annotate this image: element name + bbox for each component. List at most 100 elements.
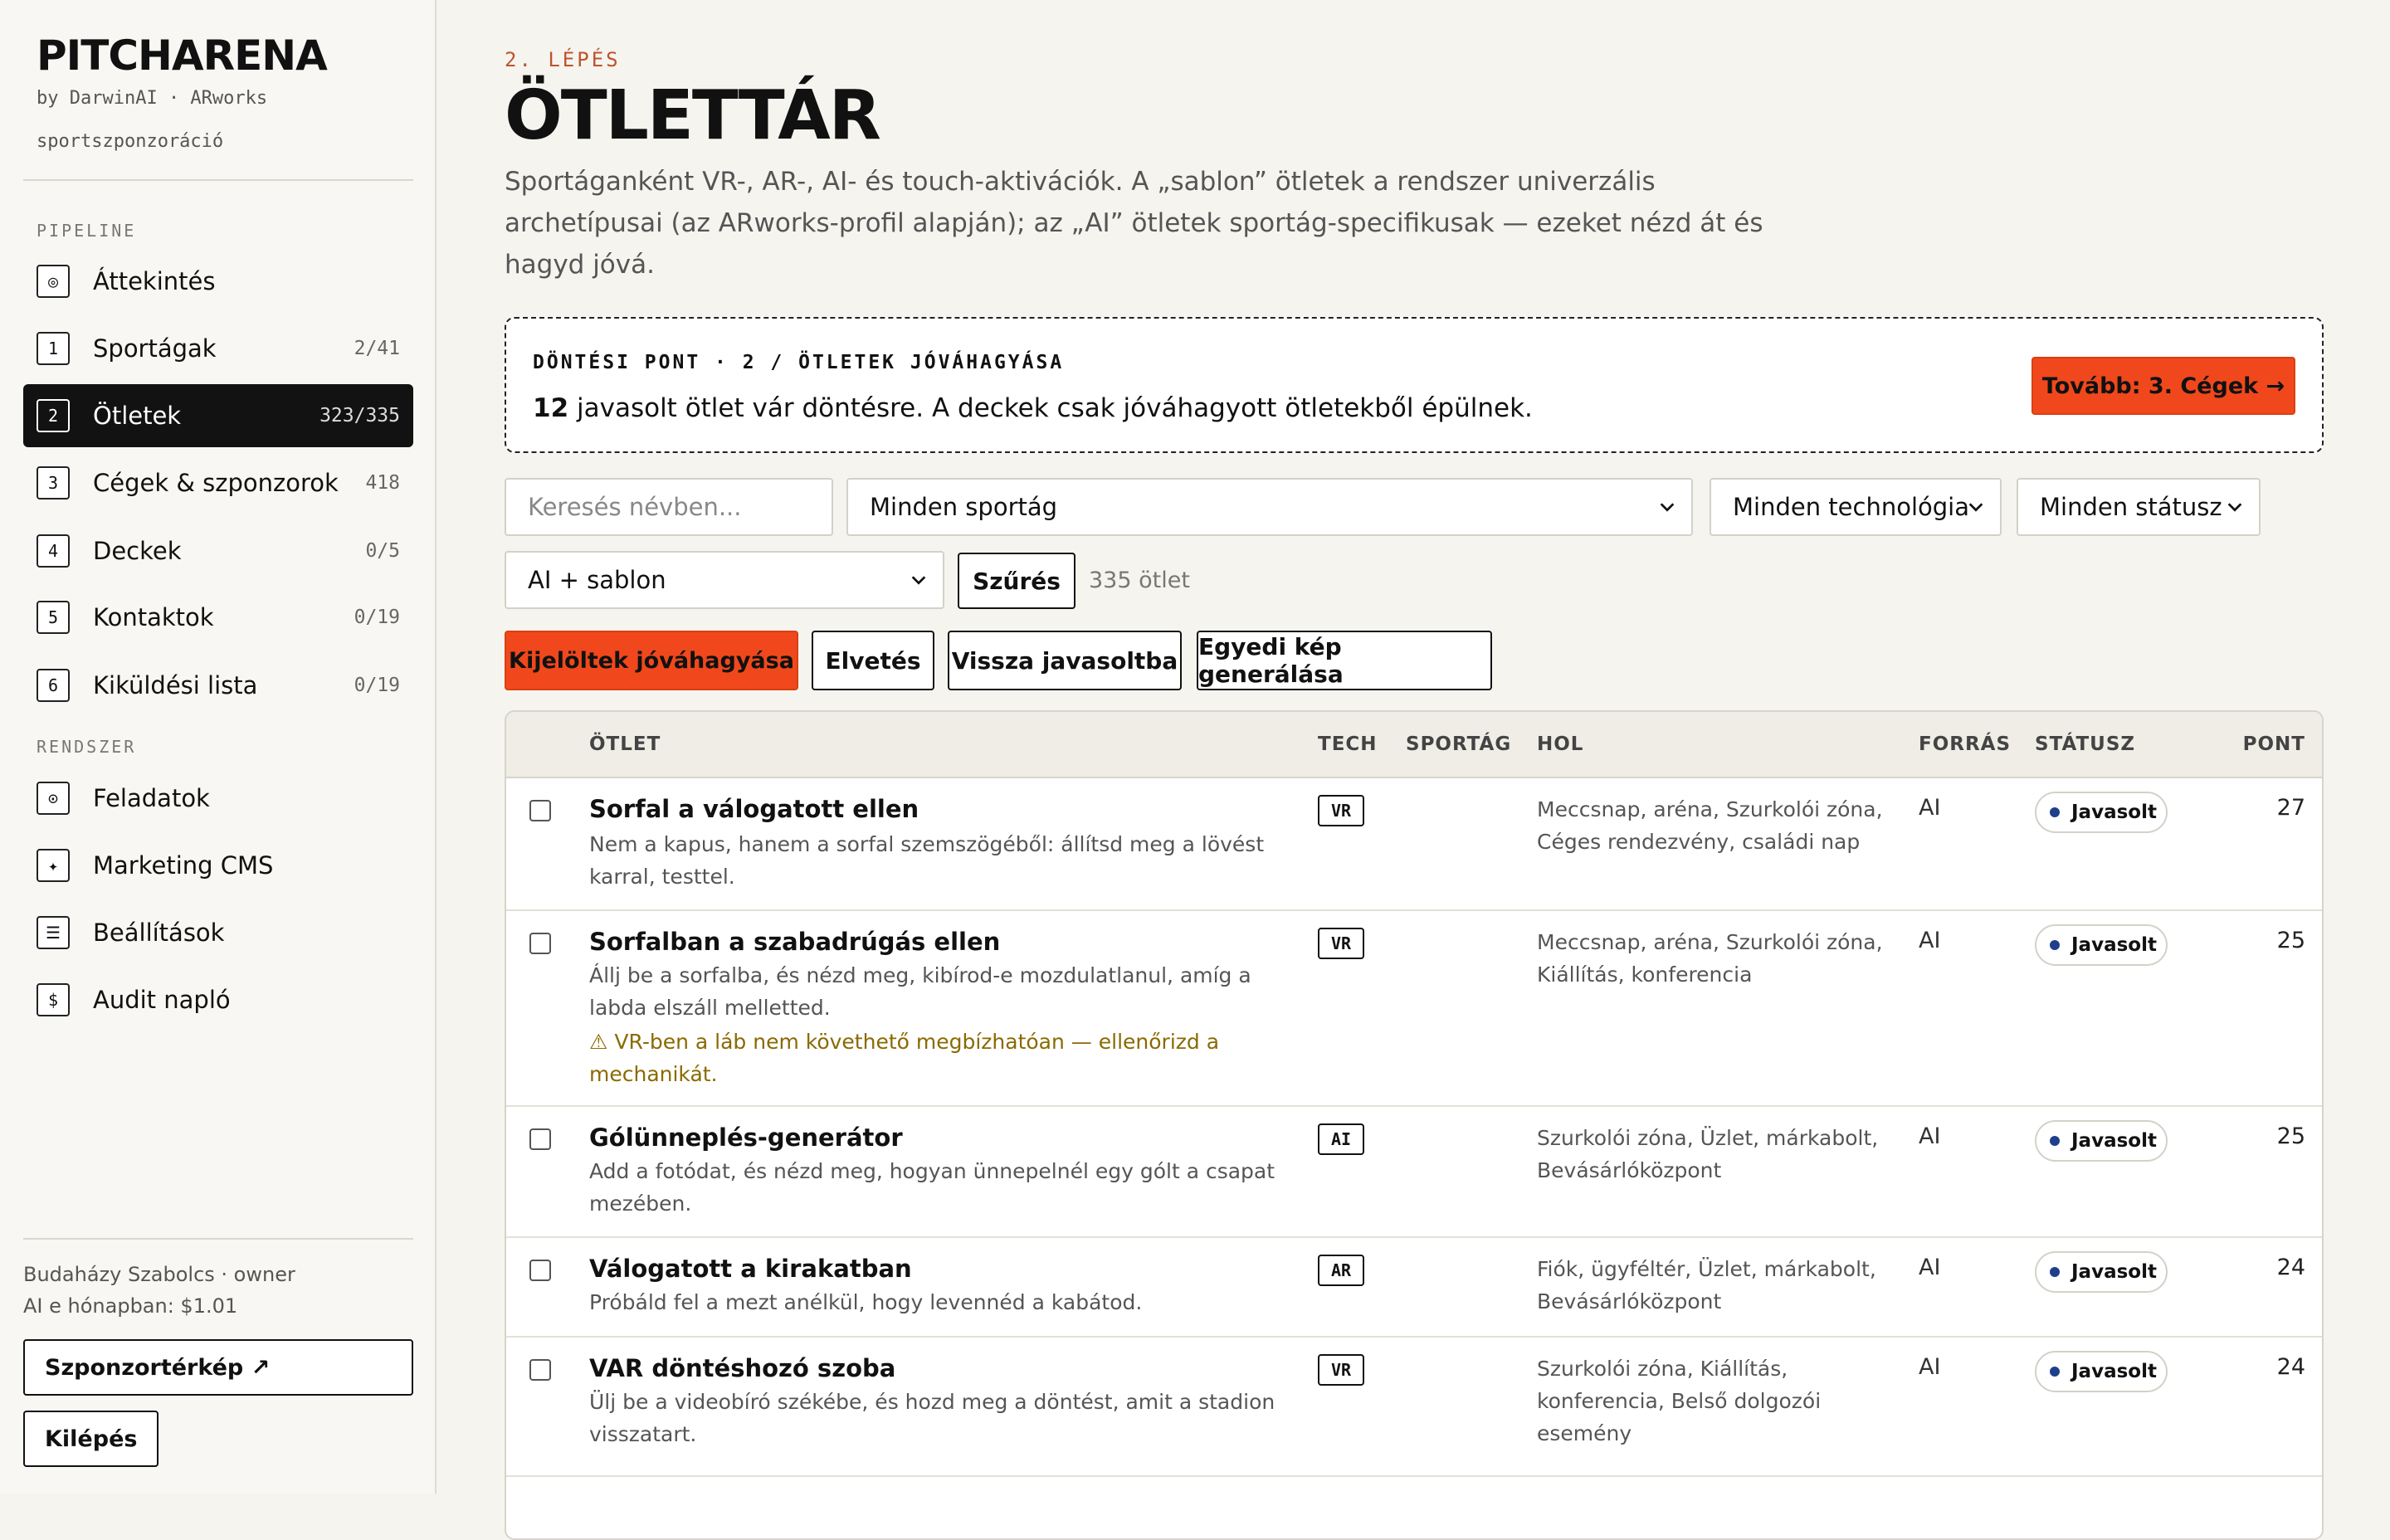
idea-locations: Fiók, ügyféltér, Üzlet, márkabolt, Bevás… <box>1537 1257 1876 1313</box>
idea-source: AI <box>1919 1354 1941 1380</box>
sidebar-item-contacts[interactable]: 5 Kontaktok 0/19 <box>23 586 413 649</box>
status-select[interactable]: Minden státusz <box>2017 478 2261 536</box>
page-title: ÖTLETTÁR <box>505 76 881 155</box>
sport-select[interactable]: Minden sportág <box>846 478 1693 536</box>
sidebar-item-overview[interactable]: ◎ Áttekintés <box>23 250 413 313</box>
tech-badge: AR <box>1318 1255 1364 1286</box>
table-row[interactable]: Sorfalban a szabadrúgás ellen Állj be a … <box>506 911 2322 1107</box>
sidebar-item-marketing-cms[interactable]: ✦ Marketing CMS <box>23 834 413 897</box>
idea-description: Állj be a sorfalba, és nézd meg, kibírod… <box>589 963 1251 1020</box>
status-dot-icon <box>2050 940 2060 950</box>
status-badge: Javasolt <box>2035 1251 2168 1293</box>
row-checkbox[interactable] <box>529 933 551 954</box>
page-description: Sportáganként VR-, AR-, AI- és touch-akt… <box>505 167 1763 280</box>
sidebar-item-decks[interactable]: 4 Deckek 0/5 <box>23 519 413 582</box>
column-header-sport[interactable]: SPORTÁG <box>1406 733 1511 755</box>
row-checkbox[interactable] <box>529 1128 551 1150</box>
step-5-icon: 5 <box>37 601 70 634</box>
sidebar-item-settings[interactable]: ☰ Beállítások <box>23 901 413 964</box>
technology-select-value: Minden technológia <box>1733 493 1970 521</box>
tech-badge: AI <box>1318 1123 1364 1155</box>
idea-warning: ⚠ VR-ben a láb nem követhető megbízhatóa… <box>589 1030 1220 1086</box>
sidebar-item-companies[interactable]: 3 Cégek & szponzorok 418 <box>23 451 413 514</box>
idea-description: Próbáld fel a mezt anélkül, hogy levenné… <box>589 1290 1143 1314</box>
next-step-button[interactable]: Tovább: 3. Cégek → <box>2032 357 2295 415</box>
back-to-suggested-button[interactable]: Vissza javasoltba <box>948 631 1182 690</box>
status-label: Javasolt <box>2071 1130 2157 1152</box>
search-input[interactable]: Keresés névben... <box>505 478 833 536</box>
idea-locations: Meccsnap, aréna, Szurkolói zóna, Kiállít… <box>1537 930 1883 987</box>
idea-title: Sorfalban a szabadrúgás ellen <box>589 928 1001 956</box>
sidebar-item-count: 2/41 <box>354 338 400 359</box>
column-header-where[interactable]: HOL <box>1537 733 1583 755</box>
sidebar-item-sports[interactable]: 1 Sportágak 2/41 <box>23 317 413 380</box>
sidebar-item-outreach[interactable]: 6 Kiküldési lista 0/19 <box>23 654 413 717</box>
column-header-score[interactable]: PONT <box>2243 733 2305 755</box>
sidebar-item-label: Sportágak <box>93 334 217 363</box>
filter-button[interactable]: Szűrés <box>958 553 1076 609</box>
reject-button[interactable]: Elvetés <box>812 631 934 690</box>
idea-locations: Szurkolói zóna, Kiállítás, konferencia, … <box>1537 1357 1822 1445</box>
result-count: 335 ötlet <box>1089 568 1190 593</box>
status-select-value: Minden státusz <box>2040 493 2222 521</box>
sidebar-item-label: Ötletek <box>93 402 182 430</box>
status-label: Javasolt <box>2071 934 2157 956</box>
column-header-source[interactable]: FORRÁS <box>1919 733 2011 755</box>
sidebar-item-audit-log[interactable]: $ Audit napló <box>23 968 413 1031</box>
generate-image-button[interactable]: Egyedi kép generálása <box>1197 631 1492 690</box>
idea-score: 25 <box>2276 928 2305 953</box>
column-header-status[interactable]: STÁTUSZ <box>2035 733 2135 755</box>
sidebar-item-label: Deckek <box>93 537 182 565</box>
status-dot-icon <box>2050 807 2060 817</box>
step-3-icon: 3 <box>37 466 70 500</box>
sport-select-value: Minden sportág <box>870 493 1058 521</box>
sponsor-map-button[interactable]: Szponzortérkép ↗ <box>23 1339 413 1396</box>
idea-source: AI <box>1919 795 1941 821</box>
status-label: Javasolt <box>2071 802 2157 823</box>
sidebar-item-count: 0/5 <box>365 540 400 562</box>
source-select-value: AI + sablon <box>528 566 666 594</box>
brand-logo[interactable]: PITCHARENA <box>37 32 328 80</box>
idea-score: 27 <box>2276 795 2305 821</box>
brand-byline: by DarwinAI · ARworks <box>37 88 268 109</box>
idea-source: AI <box>1919 1255 1941 1280</box>
status-dot-icon <box>2050 1136 2060 1146</box>
table-row[interactable]: Válogatott a kirakatban Próbáld fel a me… <box>506 1238 2322 1338</box>
section-pipeline: PIPELINE <box>37 221 137 241</box>
status-badge: Javasolt <box>2035 1120 2168 1162</box>
tasks-icon: ⊙ <box>37 782 70 815</box>
idea-title: VAR döntéshozó szoba <box>589 1354 896 1382</box>
tech-badge: VR <box>1318 795 1364 826</box>
table-row[interactable]: Sorfal a válogatott ellen Nem a kapus, h… <box>506 778 2322 911</box>
column-header-idea[interactable]: ÖTLET <box>589 733 661 755</box>
approve-selected-button[interactable]: Kijelöltek jóváhagyása <box>505 631 798 690</box>
section-system: RENDSZER <box>37 737 137 757</box>
settings-icon: ☰ <box>37 916 70 949</box>
decision-label: DÖNTÉSI PONT · 2 / ÖTLETEK JÓVÁHAGYÁSA <box>533 352 1065 373</box>
tech-badge: VR <box>1318 1354 1364 1386</box>
idea-locations: Meccsnap, aréna, Szurkolói zóna, Céges r… <box>1537 797 1883 854</box>
table-row[interactable]: Gólünneplés-generátor Add a fotódat, és … <box>506 1107 2322 1238</box>
brand-tagline: sportszponzoráció <box>37 131 224 152</box>
row-checkbox[interactable] <box>529 1359 551 1381</box>
sidebar-divider <box>23 1238 413 1240</box>
table-row[interactable]: VAR döntéshozó szoba Ülj be a videobíró … <box>506 1338 2322 1477</box>
user-info: Budaházy Szabolcs · owner <box>23 1263 295 1286</box>
row-checkbox[interactable] <box>529 800 551 821</box>
sidebar-item-tasks[interactable]: ⊙ Feladatok <box>23 767 413 830</box>
tech-badge: VR <box>1318 928 1364 959</box>
sidebar-item-label: Kiküldési lista <box>93 671 258 699</box>
step-4-icon: 4 <box>37 534 70 568</box>
sidebar-item-ideas[interactable]: 2 Ötletek 323/335 <box>23 384 413 447</box>
pending-count: 12 <box>533 393 569 423</box>
technology-select[interactable]: Minden technológia <box>1710 478 2002 536</box>
sidebar-item-label: Áttekintés <box>93 267 216 295</box>
row-checkbox[interactable] <box>529 1260 551 1281</box>
logout-button[interactable]: Kilépés <box>23 1411 159 1467</box>
idea-description: Ülj be a videobíró székébe, és hozd meg … <box>589 1390 1275 1446</box>
idea-source: AI <box>1919 928 1941 953</box>
sidebar-item-label: Feladatok <box>93 784 210 812</box>
sidebar: PITCHARENA by DarwinAI · ARworks sportsz… <box>0 0 437 1494</box>
source-select[interactable]: AI + sablon <box>505 551 944 609</box>
column-header-tech[interactable]: TECH <box>1318 733 1378 755</box>
